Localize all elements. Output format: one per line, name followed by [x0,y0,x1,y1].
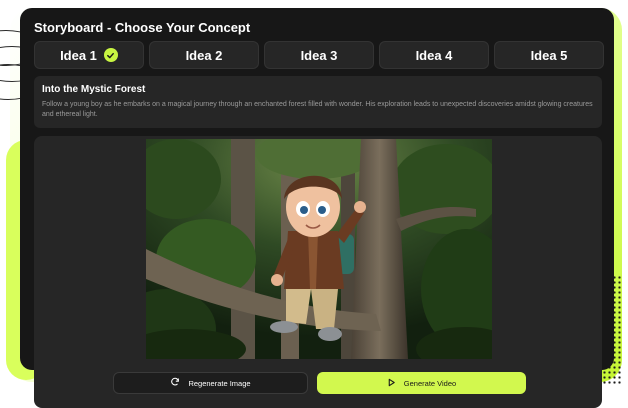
tab-idea-2[interactable]: Idea 2 [149,41,259,69]
tab-label: Idea 2 [185,47,223,63]
check-icon [103,48,118,62]
concept-title: Into the Mystic Forest [42,84,146,95]
forest-boy-illustration [146,139,492,359]
concept-description: Follow a young boy as he embarks on a ma… [42,101,593,118]
generate-video-button[interactable]: Generate Video [317,372,526,394]
tab-idea-3[interactable]: Idea 3 [264,41,374,69]
tab-idea-1[interactable]: Idea 1 [34,41,144,69]
concept-description-card: Into the Mystic Forest Follow a young bo… [34,76,602,128]
generate-label: Generate Video [403,378,457,388]
tab-idea-4[interactable]: Idea 4 [379,41,489,69]
tab-label: Idea 5 [530,47,568,63]
tab-label: Idea 3 [300,47,338,63]
play-icon [387,378,396,389]
refresh-icon [170,377,180,389]
tab-label: Idea 4 [415,47,453,63]
window-title: Storyboard - Choose Your Concept [34,20,251,35]
tab-label: Idea 1 [60,47,97,63]
tab-idea-5[interactable]: Idea 5 [494,41,604,69]
regenerate-label: Regenerate Image [188,378,251,388]
regenerate-image-button[interactable]: Regenerate Image [113,372,308,394]
idea-tabs: Idea 1 Idea 2 Idea 3 Idea 4 Idea 5 [34,41,604,69]
